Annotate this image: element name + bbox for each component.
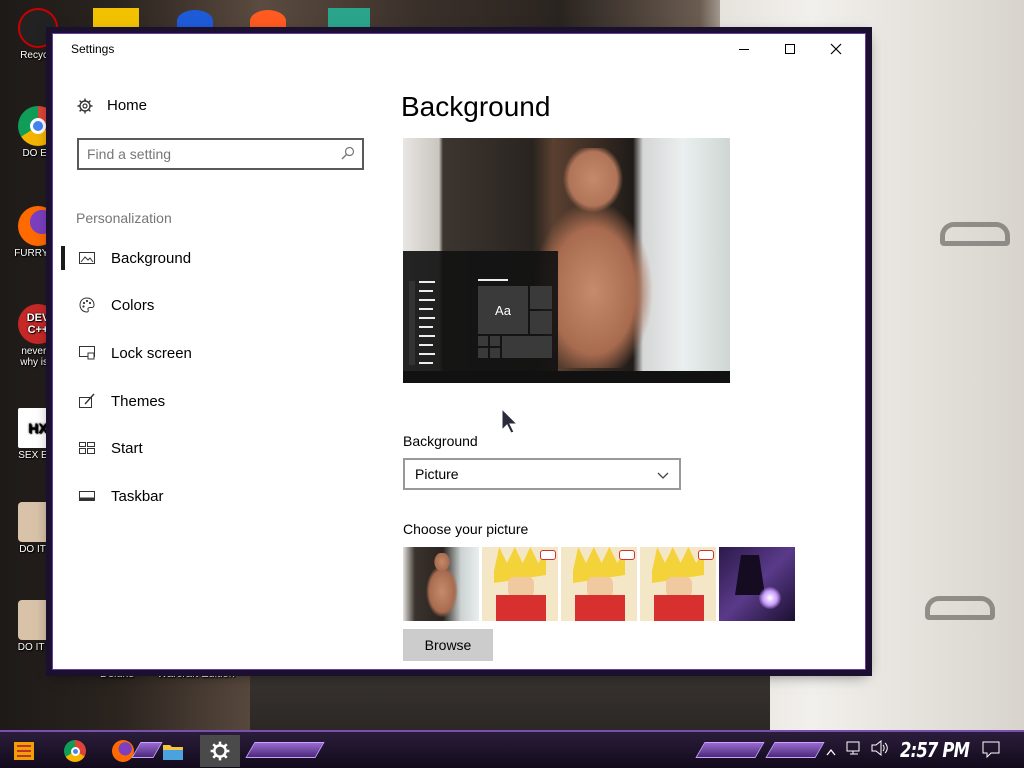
show-hidden-icons-button[interactable]	[826, 743, 836, 761]
sidebar-item-label: Themes	[111, 392, 166, 410]
picture-thumbnail[interactable]	[403, 547, 479, 621]
sidebar-item-themes[interactable]: Themes	[61, 381, 361, 421]
desktop-icon-label: never u	[21, 346, 55, 357]
search-box[interactable]	[77, 138, 364, 170]
browse-button[interactable]: Browse	[403, 629, 493, 661]
taskbar-file-explorer[interactable]	[153, 735, 193, 767]
sidebar-item-label: Start	[111, 439, 143, 457]
settings-window: Settings Home Personalization Background	[52, 33, 866, 670]
nav-home[interactable]: Home	[77, 97, 147, 114]
picture-thumbnail[interactable]	[482, 547, 558, 621]
gear-icon	[210, 741, 230, 761]
firefox-icon	[112, 740, 134, 762]
network-icon	[846, 741, 860, 755]
desktop-icon-top-2[interactable]	[177, 10, 213, 32]
selection-indicator	[61, 246, 65, 270]
taskbar: 2:57 PM	[0, 730, 1024, 768]
start-tiles-icon	[77, 440, 97, 456]
taskbar-clock[interactable]: 2:57 PM	[900, 738, 970, 762]
sidebar-item-lock-screen[interactable]: Lock screen	[61, 333, 361, 373]
wallpaper-figure	[250, 665, 770, 735]
speaker-icon	[871, 739, 888, 757]
close-icon	[830, 43, 842, 55]
taskbar-settings[interactable]	[200, 735, 240, 767]
desktop-icon-top-3[interactable]	[250, 10, 286, 32]
maximize-button[interactable]	[767, 34, 813, 64]
wallpaper-ornament	[940, 222, 1010, 246]
preview-tile: Aa	[478, 286, 528, 334]
brush-icon	[77, 393, 97, 409]
background-type-label: Background	[403, 433, 478, 449]
title-bar[interactable]: Settings	[53, 34, 865, 64]
sidebar-item-colors[interactable]: Colors	[61, 285, 361, 325]
taskbar-decoration	[245, 742, 325, 758]
sidebar-item-label: Background	[111, 249, 192, 267]
preview-taskbar	[403, 371, 730, 383]
desktop-icon-label: why is it	[20, 357, 56, 368]
picture-icon	[77, 250, 97, 266]
choose-picture-label: Choose your picture	[403, 521, 529, 537]
palette-icon	[77, 297, 97, 313]
taskbar-decoration	[765, 742, 825, 758]
notifications-icon	[982, 741, 1000, 759]
sidebar-item-label: Taskbar	[111, 487, 164, 505]
search-input[interactable]	[87, 145, 327, 163]
start-button[interactable]	[4, 735, 44, 767]
nav-home-label: Home	[107, 97, 148, 114]
desktop-icon-label: Recycle	[20, 50, 56, 61]
section-label: Personalization	[76, 210, 172, 226]
sidebar-item-taskbar[interactable]: Taskbar	[61, 476, 361, 516]
sidebar-item-start[interactable]: Start	[61, 428, 361, 468]
picture-thumbnails	[403, 547, 795, 621]
taskbar-decoration	[695, 742, 765, 758]
minimize-button[interactable]	[721, 34, 767, 64]
action-center-button[interactable]	[982, 740, 1000, 763]
gear-icon	[77, 98, 93, 113]
chrome-icon	[64, 740, 86, 762]
start-icon	[14, 742, 34, 760]
desktop-icon-top-1[interactable]	[93, 8, 139, 32]
picture-thumbnail[interactable]	[640, 547, 716, 621]
desktop-icon-label: DO EV	[22, 148, 54, 159]
background-type-dropdown[interactable]: Picture	[403, 458, 681, 490]
sidebar-item-label: Colors	[111, 296, 155, 314]
sidebar-item-label: Lock screen	[111, 344, 192, 362]
network-button[interactable]	[846, 740, 864, 761]
taskbar-chrome[interactable]	[55, 735, 95, 767]
picture-thumbnail[interactable]	[719, 547, 795, 621]
taskbar-icon	[77, 488, 97, 504]
folder-icon	[163, 745, 183, 760]
picture-thumbnail[interactable]	[561, 547, 637, 621]
sidebar-item-background[interactable]: Background	[61, 238, 361, 278]
page-title: Background	[401, 91, 551, 122]
chevron-up-icon	[826, 748, 836, 756]
volume-button[interactable]	[871, 739, 889, 761]
dropdown-value: Picture	[415, 466, 459, 482]
lock-screen-icon	[77, 345, 97, 361]
search-icon[interactable]	[340, 145, 356, 161]
mouse-cursor-icon	[501, 408, 519, 434]
minimize-icon	[739, 48, 749, 50]
maximize-icon	[785, 44, 795, 54]
background-preview: Aa	[403, 138, 730, 383]
close-button[interactable]	[813, 34, 859, 64]
desktop-icon-top-4[interactable]	[328, 8, 370, 32]
window-title: Settings	[71, 42, 115, 56]
chevron-down-icon	[657, 472, 669, 479]
wallpaper-ornament	[925, 596, 995, 620]
preview-start-menu: Aa	[403, 251, 558, 371]
